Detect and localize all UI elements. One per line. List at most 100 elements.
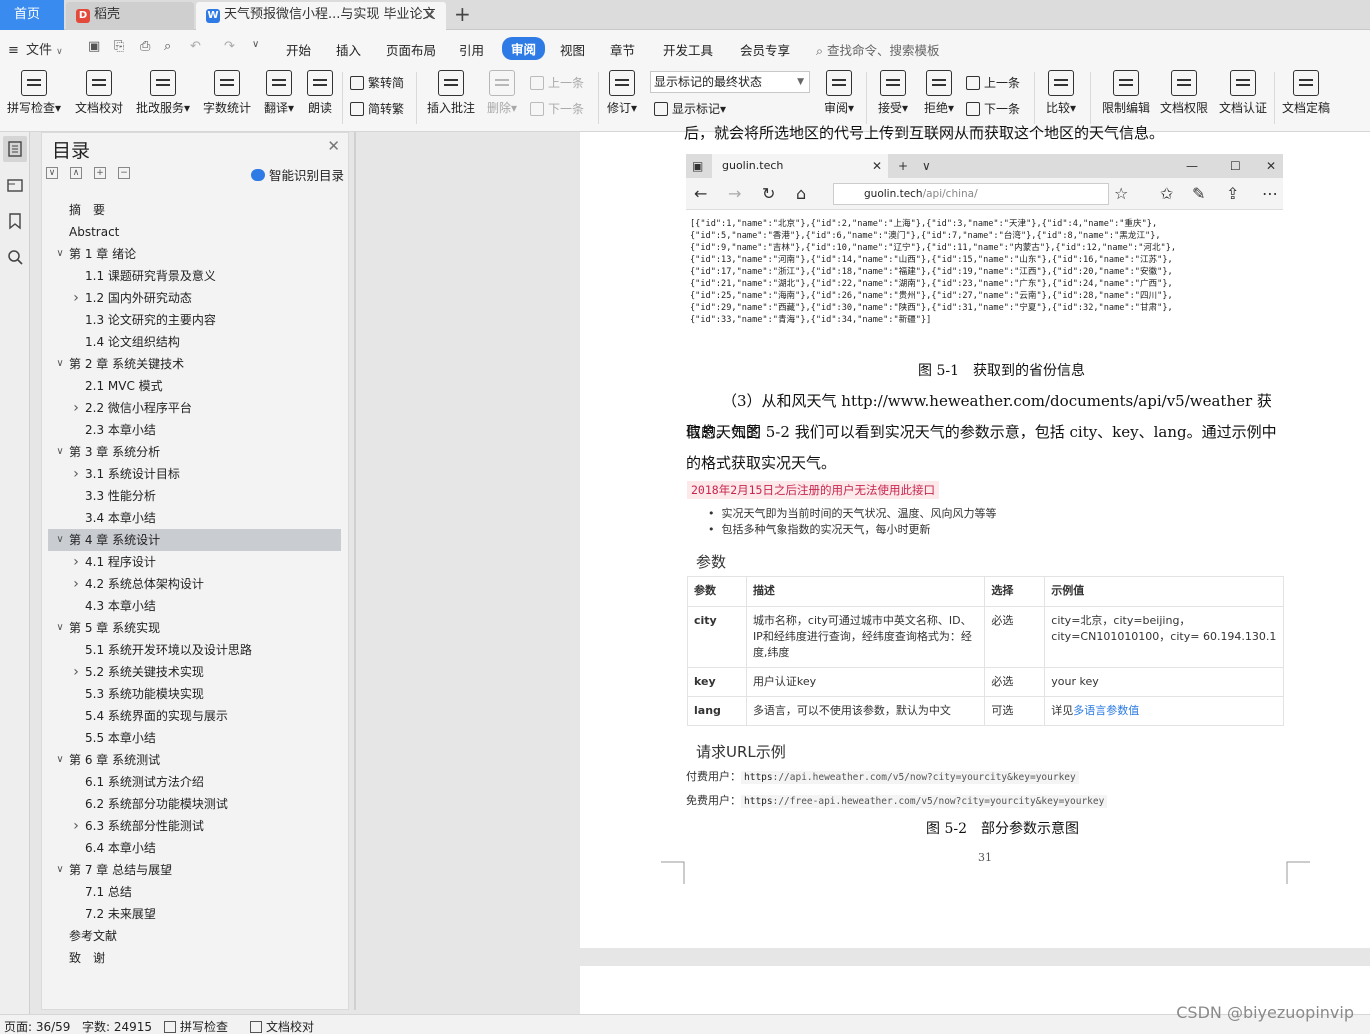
toc-item[interactable]: ∨ 第 4 章 系统设计 xyxy=(48,529,341,551)
menu-layout[interactable]: 页面布局 xyxy=(386,40,436,59)
save-icon[interactable]: ▣ xyxy=(88,39,100,54)
add-entry-icon[interactable]: + xyxy=(94,167,106,179)
chevron-right-icon[interactable]: › xyxy=(70,397,82,419)
prev-change-button[interactable]: 上一条 xyxy=(966,74,1020,91)
compare-button[interactable]: 比较▾ xyxy=(1042,70,1080,116)
toc-item[interactable]: 7.1 总结 xyxy=(48,881,341,903)
word-count-indicator[interactable]: 字数: 24915 xyxy=(82,1018,152,1034)
close-icon[interactable]: ✕ xyxy=(327,137,340,155)
toc-item[interactable]: 5.1 系统开发环境以及设计思路 xyxy=(48,639,341,661)
menu-references[interactable]: 引用 xyxy=(459,40,484,59)
toc-item[interactable]: 摘 要 xyxy=(48,199,341,221)
menu-insert[interactable]: 插入 xyxy=(336,40,361,59)
chevron-down-icon[interactable]: ∨ xyxy=(54,617,66,639)
doc-finalize-button[interactable]: 文档定稿 xyxy=(1280,70,1332,116)
toc-nav-icon[interactable] xyxy=(3,136,27,162)
chevron-right-icon[interactable]: › xyxy=(70,661,82,683)
tab-daoke[interactable]: D 稻壳 xyxy=(66,2,194,30)
toc-item[interactable]: 1.3 论文研究的主要内容 xyxy=(48,309,341,331)
toc-item[interactable]: Abstract xyxy=(48,221,341,243)
toc-item[interactable]: 6.2 系统部分功能模块测试 xyxy=(48,793,341,815)
chevron-right-icon[interactable]: › xyxy=(70,463,82,485)
chevron-down-icon[interactable]: ∨ xyxy=(252,39,259,50)
new-tab-button[interactable]: + xyxy=(454,0,471,30)
toc-item[interactable]: 2.3 本章小结 xyxy=(48,419,341,441)
toc-item[interactable]: ∨ 第 1 章 绪论 xyxy=(48,243,341,265)
batch-service-button[interactable]: 批改服务▾ xyxy=(134,70,192,116)
chevron-down-icon[interactable]: ∨ xyxy=(54,859,66,881)
next-change-button[interactable]: 下一条 xyxy=(966,100,1020,117)
toc-item[interactable]: › 6.3 系统部分性能测试 xyxy=(48,815,341,837)
review-pane-button[interactable]: 审阅▾ xyxy=(820,70,858,116)
word-count-button[interactable]: 字数统计 xyxy=(202,70,252,116)
toc-item[interactable]: 5.3 系统功能模块实现 xyxy=(48,683,341,705)
toc-item[interactable]: 6.4 本章小结 xyxy=(48,837,341,859)
prev-comment-button[interactable]: 上一条 xyxy=(530,74,584,91)
chevron-right-icon[interactable]: › xyxy=(70,287,82,309)
toc-item[interactable]: ∨ 第 7 章 总结与展望 xyxy=(48,859,341,881)
bookmark-icon[interactable] xyxy=(6,212,24,230)
chapter-nav-icon[interactable] xyxy=(6,176,24,194)
toc-item[interactable]: 5.4 系统界面的实现与展示 xyxy=(48,705,341,727)
chevron-down-icon[interactable]: ∨ xyxy=(54,441,66,463)
search-icon[interactable] xyxy=(6,248,24,266)
command-search[interactable]: ⌕ 查找命令、搜索模板 xyxy=(816,40,940,59)
menu-review[interactable]: 审阅 xyxy=(502,37,546,60)
print-preview-icon[interactable]: ⌕ xyxy=(164,39,171,54)
spell-check-button[interactable]: 拼写检查▾ xyxy=(6,70,62,116)
toc-item[interactable]: › 3.1 系统设计目标 xyxy=(48,463,341,485)
file-menu[interactable]: ≡ 文件 ∨ xyxy=(8,39,63,58)
menu-member[interactable]: 会员专享 xyxy=(740,40,790,59)
reject-button[interactable]: 拒绝▾ xyxy=(920,70,958,116)
translate-button[interactable]: 翻译▾ xyxy=(262,70,296,116)
next-comment-button[interactable]: 下一条 xyxy=(530,100,584,117)
undo-icon[interactable]: ↶ xyxy=(190,39,201,54)
toc-item[interactable]: ∨ 第 6 章 系统测试 xyxy=(48,749,341,771)
chevron-down-icon[interactable]: ∨ xyxy=(54,749,66,771)
toc-item[interactable]: 6.1 系统测试方法介绍 xyxy=(48,771,341,793)
insert-comment-button[interactable]: 插入批注 xyxy=(426,70,476,116)
export-icon[interactable]: ⎘ xyxy=(114,39,124,54)
toc-item[interactable]: 1.1 课题研究背景及意义 xyxy=(48,265,341,287)
chevron-right-icon[interactable]: › xyxy=(70,551,82,573)
chevron-down-icon[interactable]: ∨ xyxy=(54,353,66,375)
show-markup-button[interactable]: 显示标记▾ xyxy=(654,100,726,117)
toc-item[interactable]: 5.5 本章小结 xyxy=(48,727,341,749)
toc-item[interactable]: ∨ 第 5 章 系统实现 xyxy=(48,617,341,639)
redo-icon[interactable]: ↷ xyxy=(224,39,235,54)
expand-up-icon[interactable]: ∧ xyxy=(70,167,82,179)
markup-display-select[interactable]: 显示标记的最终状态 ▼ xyxy=(650,71,810,93)
tab-home[interactable]: 首页 xyxy=(0,0,64,30)
menu-chapter[interactable]: 章节 xyxy=(610,40,635,59)
toc-item[interactable]: 致 谢 xyxy=(48,947,341,969)
toc-item[interactable]: ∨ 第 2 章 系统关键技术 xyxy=(48,353,341,375)
track-changes-button[interactable]: 修订▾ xyxy=(604,70,640,116)
lang-values-link[interactable]: 多语言参数值 xyxy=(1073,704,1139,717)
chevron-right-icon[interactable]: › xyxy=(70,573,82,595)
toc-item[interactable]: 3.4 本章小结 xyxy=(48,507,341,529)
read-aloud-button[interactable]: 朗读 xyxy=(306,70,334,116)
remove-entry-icon[interactable]: − xyxy=(118,167,130,179)
doc-proof-button[interactable]: 文档校对 xyxy=(74,70,124,116)
chevron-down-icon[interactable]: ∨ xyxy=(54,529,66,551)
toc-item[interactable]: › 2.2 微信小程序平台 xyxy=(48,397,341,419)
trad-to-simp-button[interactable]: 繁转简 xyxy=(350,74,404,91)
toc-item[interactable]: 2.1 MVC 模式 xyxy=(48,375,341,397)
chevron-down-icon[interactable]: ∨ xyxy=(54,243,66,265)
delete-comment-button[interactable]: 删除▾ xyxy=(484,70,520,116)
close-icon[interactable]: × xyxy=(424,2,436,28)
chevron-right-icon[interactable]: › xyxy=(70,815,82,837)
toc-item[interactable]: › 1.2 国内外研究动态 xyxy=(48,287,341,309)
restrict-edit-button[interactable]: 限制编辑 xyxy=(1100,70,1152,116)
toc-item[interactable]: › 4.1 程序设计 xyxy=(48,551,341,573)
toc-item[interactable]: › 4.2 系统总体架构设计 xyxy=(48,573,341,595)
toc-item[interactable]: › 5.2 系统关键技术实现 xyxy=(48,661,341,683)
toc-item[interactable]: 4.3 本章小结 xyxy=(48,595,341,617)
collapse-all-icon[interactable]: ∨ xyxy=(46,167,58,179)
status-spell-check[interactable]: 拼写检查 xyxy=(164,1018,228,1034)
toc-item[interactable]: 7.2 未来展望 xyxy=(48,903,341,925)
tab-document[interactable]: W 天气预报微信小程...与实现 毕业论文 × xyxy=(196,2,446,30)
smart-toc-button[interactable]: 智能识别目录 xyxy=(250,165,344,184)
toc-item[interactable]: 参考文献 xyxy=(48,925,341,947)
toc-item[interactable]: 3.3 性能分析 xyxy=(48,485,341,507)
